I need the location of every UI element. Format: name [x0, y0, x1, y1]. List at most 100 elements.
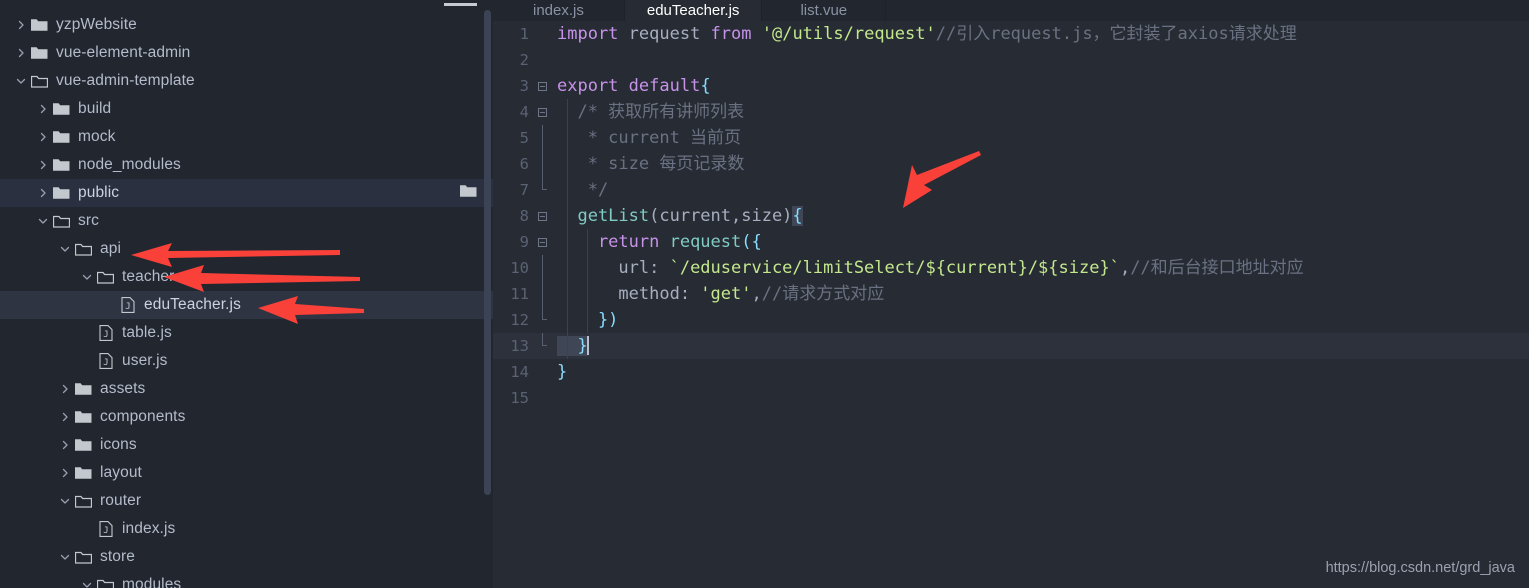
js-file-icon: J	[118, 296, 137, 314]
folder-closed-icon	[52, 128, 71, 146]
code-line-2[interactable]: 2	[493, 47, 1529, 73]
tree-folder-modules[interactable]: modules	[0, 571, 493, 588]
code-line-12[interactable]: 12 })	[493, 307, 1529, 333]
tree-folder-src[interactable]: src	[0, 207, 493, 235]
chevron-right-icon[interactable]	[14, 18, 28, 32]
tree-folder-yzpWebsite[interactable]: yzpWebsite	[0, 11, 493, 39]
tab-index-js[interactable]: index.js	[493, 0, 625, 21]
folder-closed-icon	[74, 408, 93, 426]
tree-item-label: icons	[100, 436, 137, 453]
tree-folder-api[interactable]: api	[0, 235, 493, 263]
code-line-14[interactable]: 14 }	[493, 359, 1529, 385]
tree-folder-store[interactable]: store	[0, 543, 493, 571]
chevron-right-icon[interactable]	[36, 130, 50, 144]
code-line-4[interactable]: 4 /* 获取所有讲师列表	[493, 99, 1529, 125]
tree-file-table.js[interactable]: Jtable.js	[0, 319, 493, 347]
token-key-url: url:	[557, 258, 670, 278]
fold-marker-collapse[interactable]	[533, 81, 551, 91]
fold-marker-collapse[interactable]	[533, 211, 551, 221]
chevron-right-icon[interactable]	[58, 382, 72, 396]
chevron-down-icon[interactable]	[58, 550, 72, 564]
folder-open-icon	[96, 268, 115, 286]
chevron-right-icon[interactable]	[58, 410, 72, 424]
chevron-down-icon[interactable]	[14, 74, 28, 88]
explorer-horizontal-scrollbar[interactable]	[444, 3, 477, 6]
code-line-6[interactable]: 6 * size 每页记录数	[493, 151, 1529, 177]
watermark-url: https://blog.csdn.net/grd_java	[1325, 560, 1515, 576]
new-folder-icon[interactable]	[460, 184, 477, 203]
line-number: 12	[510, 311, 529, 329]
code-line-10[interactable]: 10 url: `/eduservice/limitSelect/${curre…	[493, 255, 1529, 281]
chevron-right-icon[interactable]	[36, 158, 50, 172]
tree-file-index.js[interactable]: Jindex.js	[0, 515, 493, 543]
line-number: 10	[510, 259, 529, 277]
chevron-right-icon[interactable]	[36, 186, 50, 200]
fold-marker-collapse[interactable]	[533, 237, 551, 247]
folder-closed-icon	[52, 184, 71, 202]
tab-eduteacher-js[interactable]: eduTeacher.js	[624, 0, 763, 21]
code-line-8[interactable]: 8 getList(current,size){	[493, 203, 1529, 229]
tree-folder-icons[interactable]: icons	[0, 431, 493, 459]
token-comma: ,	[751, 284, 762, 304]
code-line-text: return request({	[551, 229, 762, 255]
chevron-down-icon[interactable]	[58, 242, 72, 256]
code-line-15[interactable]: 15	[493, 385, 1529, 411]
chevron-down-icon[interactable]	[36, 214, 50, 228]
tab-label: eduTeacher.js	[646, 2, 740, 19]
token-keyword-default: default	[618, 76, 701, 96]
chevron-down-icon[interactable]	[80, 578, 94, 588]
code-line-11[interactable]: 11 method: 'get',//请求方式对应	[493, 281, 1529, 307]
code-area[interactable]: 1 import request from '@/utils/request'/…	[493, 21, 1529, 411]
chevron-right-icon[interactable]	[58, 438, 72, 452]
fold-guide	[533, 281, 551, 307]
tree-folder-layout[interactable]: layout	[0, 459, 493, 487]
chevron-right-icon[interactable]	[14, 46, 28, 60]
js-file-icon: J	[96, 324, 115, 342]
tree-folder-teacher[interactable]: teacher	[0, 263, 493, 291]
tree-folder-mock[interactable]: mock	[0, 123, 493, 151]
folder-closed-icon	[52, 156, 71, 174]
token-keyword-return: return	[557, 232, 660, 252]
code-line-text: })	[551, 307, 618, 333]
tree-item-label: components	[100, 408, 186, 425]
chevron-right-icon[interactable]	[58, 466, 72, 480]
folder-closed-icon	[74, 436, 93, 454]
tree-folder-vue-admin-template[interactable]: vue-admin-template	[0, 67, 493, 95]
folder-open-icon	[74, 240, 93, 258]
line-number: 5	[519, 129, 529, 147]
code-line-text: getList(current,size){	[551, 203, 803, 229]
file-explorer-panel[interactable]: yzpWebsite vue-element-admin vue-admin-tem…	[0, 0, 493, 588]
token-keyword-from: from	[710, 24, 752, 44]
code-editor-panel[interactable]: index.js eduTeacher.js list.vue 1 import…	[493, 0, 1529, 588]
code-line-13[interactable]: 13 }	[493, 333, 1529, 359]
code-line-text: method: 'get',//请求方式对应	[551, 281, 884, 307]
explorer-vertical-scrollbar[interactable]	[484, 10, 491, 495]
tree-folder-assets[interactable]: assets	[0, 375, 493, 403]
tree-file-user.js[interactable]: Juser.js	[0, 347, 493, 375]
chevron-down-icon[interactable]	[80, 270, 94, 284]
token-comment: //和后台接口地址对应	[1130, 258, 1304, 278]
folder-closed-icon	[52, 100, 71, 118]
tree-folder-router[interactable]: router	[0, 487, 493, 515]
tree-folder-public[interactable]: public	[0, 179, 493, 207]
code-line-3[interactable]: 3 export default{	[493, 73, 1529, 99]
line-number: 2	[519, 51, 529, 69]
editor-tab-bar[interactable]: index.js eduTeacher.js list.vue	[493, 0, 1529, 21]
tree-folder-build[interactable]: build	[0, 95, 493, 123]
chevron-right-icon[interactable]	[36, 102, 50, 116]
tree-item-label: teacher	[122, 268, 175, 285]
code-line-1[interactable]: 1 import request from '@/utils/request'/…	[493, 21, 1529, 47]
code-line-9[interactable]: 9 return request({	[493, 229, 1529, 255]
chevron-down-icon[interactable]	[58, 494, 72, 508]
code-line-7[interactable]: 7 */	[493, 177, 1529, 203]
tree-file-eduTeacher.js[interactable]: JeduTeacher.js	[0, 291, 493, 319]
tab-list-vue[interactable]: list.vue	[762, 0, 887, 21]
tree-folder-vue-element-admin[interactable]: vue-element-admin	[0, 39, 493, 67]
token-function-request: request	[659, 232, 742, 252]
fold-marker-collapse[interactable]	[533, 107, 551, 117]
code-line-5[interactable]: 5 * current 当前页	[493, 125, 1529, 151]
tree-folder-node_modules[interactable]: node_modules	[0, 151, 493, 179]
line-number: 6	[519, 155, 529, 173]
file-tree[interactable]: yzpWebsite vue-element-admin vue-admin-tem…	[0, 11, 493, 588]
tree-folder-components[interactable]: components	[0, 403, 493, 431]
